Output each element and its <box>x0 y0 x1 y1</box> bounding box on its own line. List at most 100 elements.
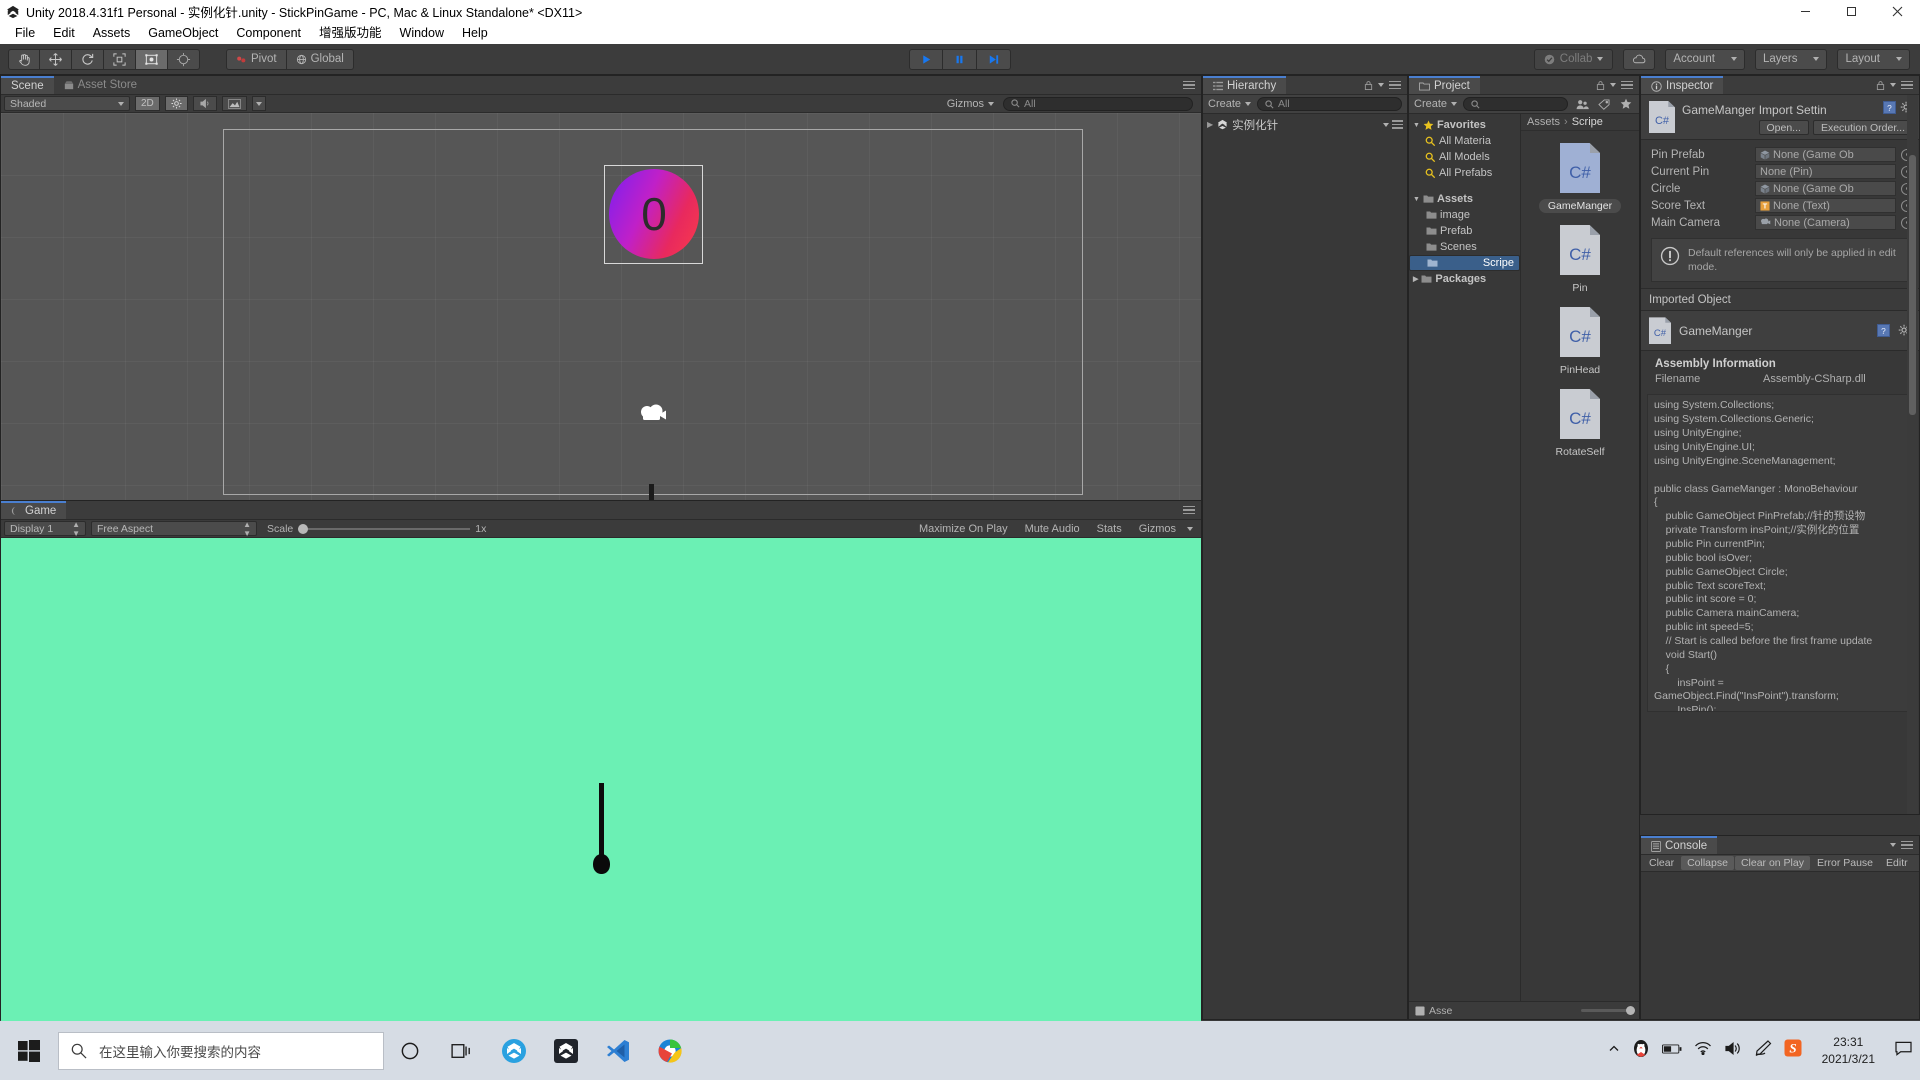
step-button[interactable] <box>977 48 1011 70</box>
taskbar-clock[interactable]: 23:31 2021/3/21 <box>1814 1034 1883 1066</box>
chevron-down-icon[interactable] <box>1890 83 1896 87</box>
tray-expand-icon[interactable] <box>1608 1042 1620 1060</box>
asset-item-pinhead[interactable]: C# PinHead <box>1521 307 1639 377</box>
game-canvas[interactable]: 0 <box>1 538 1201 1037</box>
tree-folder-image[interactable]: image <box>1409 207 1520 223</box>
maximize-button[interactable] <box>1828 0 1874 23</box>
close-button[interactable] <box>1874 0 1920 23</box>
menu-item-assets[interactable]: Assets <box>84 23 140 44</box>
asset-item-pin[interactable]: C# Pin <box>1521 225 1639 295</box>
tab-console[interactable]: Console <box>1641 836 1718 854</box>
cloud-services-button[interactable] <box>1623 48 1656 70</box>
menu-item-window[interactable]: Window <box>391 23 453 44</box>
scale-slider-handle[interactable] <box>298 523 309 534</box>
menu-item-file[interactable]: File <box>6 23 44 44</box>
taskbar-app-browser[interactable] <box>644 1021 696 1080</box>
tab-project[interactable]: Project <box>1409 76 1480 94</box>
help-icon[interactable]: ? <box>1883 101 1896 114</box>
console-error-pause-toggle[interactable]: Error Pause <box>1811 856 1879 870</box>
tray-wifi-icon[interactable] <box>1694 1041 1712 1060</box>
rect-tool-button[interactable] <box>136 48 168 70</box>
game-gizmos-button[interactable]: Gizmos <box>1133 523 1182 535</box>
menu-item-gameobject[interactable]: GameObject <box>139 23 227 44</box>
taskbar-app-unity-hub[interactable] <box>540 1021 592 1080</box>
game-menu-icon[interactable] <box>1183 505 1195 515</box>
property-field-main-camera[interactable]: None (Camera) <box>1755 215 1896 230</box>
expand-arrow-icon[interactable]: ▶ <box>1207 120 1213 129</box>
menu-item-enhanced[interactable]: 增强版功能 <box>310 23 391 44</box>
chevron-down-icon[interactable] <box>1383 122 1389 127</box>
scene-options-icon[interactable] <box>1392 120 1403 129</box>
hierarchy-scene-row[interactable]: ▶ 实例化针 <box>1203 116 1407 133</box>
expand-arrow-icon[interactable]: ▶ <box>1413 275 1418 283</box>
action-center-icon[interactable] <box>1895 1041 1912 1061</box>
tab-inspector[interactable]: Inspector <box>1641 76 1724 94</box>
property-field-pin-prefab[interactable]: None (Game Ob <box>1755 147 1896 162</box>
breadcrumb-scripe[interactable]: Scripe <box>1572 116 1603 128</box>
game-gizmos-dropdown[interactable] <box>1187 526 1198 531</box>
expand-arrow-icon[interactable]: ▼ <box>1413 122 1420 129</box>
project-zoom-slider[interactable] <box>1581 1006 1635 1015</box>
inspector-menu-icon[interactable] <box>1901 80 1913 90</box>
console-menu-icon[interactable] <box>1901 840 1913 850</box>
chevron-down-icon[interactable] <box>1610 83 1616 87</box>
pause-button[interactable] <box>943 48 977 70</box>
taskbar-app-unity[interactable] <box>488 1021 540 1080</box>
tree-all-materials[interactable]: All Materia <box>1409 133 1520 149</box>
aspect-dropdown[interactable]: Free Aspect ▲ ▼ <box>91 520 257 538</box>
favorites-star-icon[interactable] <box>1618 97 1634 111</box>
scale-tool-button[interactable] <box>104 48 136 70</box>
transform-tool-button[interactable] <box>168 48 200 70</box>
display-dropdown[interactable]: Display 1 ▲ ▼ <box>4 520 86 538</box>
cortana-button[interactable] <box>384 1021 436 1080</box>
execution-order-button[interactable]: Execution Order... <box>1812 120 1913 135</box>
hierarchy-search-input[interactable]: All <box>1257 97 1402 111</box>
hierarchy-create-button[interactable]: Create <box>1208 98 1252 110</box>
property-field-current-pin[interactable]: None (Pin) <box>1755 164 1896 179</box>
shading-mode-dropdown[interactable]: Shaded <box>4 96 130 111</box>
property-field-score-text[interactable]: T None (Text) <box>1755 198 1896 213</box>
chevron-down-icon[interactable] <box>1378 83 1384 87</box>
scene-canvas[interactable]: 0 <box>1 113 1201 546</box>
layout-dropdown[interactable]: Layout <box>1837 48 1910 70</box>
hand-tool-button[interactable] <box>8 48 40 70</box>
search-by-type-icon[interactable] <box>1574 97 1590 111</box>
stats-toggle[interactable]: Stats <box>1091 523 1128 535</box>
menu-item-component[interactable]: Component <box>227 23 310 44</box>
scene-lighting-button[interactable] <box>164 96 188 111</box>
start-button[interactable] <box>0 1021 58 1080</box>
move-tool-button[interactable] <box>40 48 72 70</box>
console-editor-dropdown[interactable]: Editr <box>1880 856 1914 870</box>
tray-volume-icon[interactable] <box>1724 1041 1742 1061</box>
mute-audio-toggle[interactable]: Mute Audio <box>1019 523 1086 535</box>
taskbar-app-vscode[interactable] <box>592 1021 644 1080</box>
breadcrumb-assets[interactable]: Assets <box>1527 116 1560 128</box>
tree-folder-prefab[interactable]: Prefab <box>1409 223 1520 239</box>
scale-slider[interactable] <box>298 523 471 535</box>
help-icon[interactable]: ? <box>1877 324 1890 338</box>
toggle-2d-button[interactable]: 2D <box>135 96 160 111</box>
tree-favorites[interactable]: ▼ Favorites <box>1409 117 1520 133</box>
maximize-on-play-toggle[interactable]: Maximize On Play <box>913 523 1014 535</box>
project-search-input[interactable] <box>1463 97 1568 111</box>
tree-all-prefabs[interactable]: All Prefabs <box>1409 165 1520 181</box>
search-by-label-icon[interactable] <box>1596 97 1612 111</box>
camera-gizmo-icon[interactable] <box>638 403 668 430</box>
scene-effects-button[interactable] <box>221 96 247 111</box>
console-clear-button[interactable]: Clear <box>1643 856 1680 870</box>
asset-item-rotateself[interactable]: C# RotateSelf <box>1521 389 1639 459</box>
asset-item-gamemanger[interactable]: C# GameManger <box>1521 143 1639 213</box>
tree-folder-scripe[interactable]: Scripe <box>1409 255 1520 271</box>
console-log-area[interactable] <box>1641 872 1919 1019</box>
chevron-down-icon[interactable] <box>1890 843 1896 847</box>
tree-folder-scenes[interactable]: Scenes <box>1409 239 1520 255</box>
scene-search-input[interactable]: All <box>1003 96 1193 111</box>
play-button[interactable] <box>909 48 943 70</box>
tab-hierarchy[interactable]: Hierarchy <box>1203 76 1287 94</box>
tray-pen-icon[interactable] <box>1754 1040 1772 1061</box>
rotate-tool-button[interactable] <box>72 48 104 70</box>
scene-gizmos-dropdown[interactable]: Gizmos <box>947 98 994 110</box>
tree-packages[interactable]: ▶ Packages <box>1409 271 1520 287</box>
tab-scene[interactable]: Scene <box>1 76 54 94</box>
minimize-button[interactable] <box>1782 0 1828 23</box>
